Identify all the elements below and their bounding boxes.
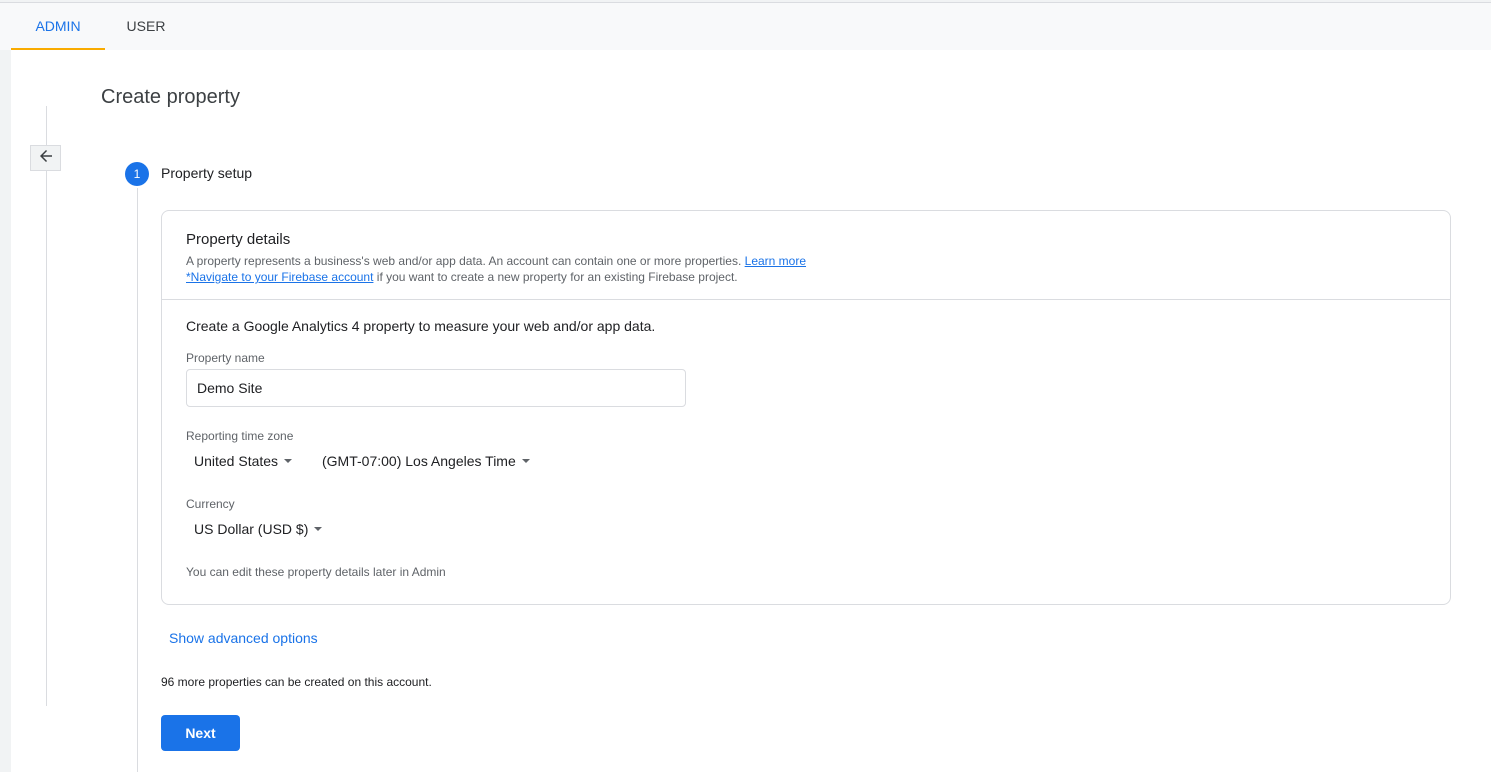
country-dropdown[interactable]: United States bbox=[194, 453, 293, 469]
firebase-text: if you want to create a new property for… bbox=[373, 270, 738, 284]
card-title: Property details bbox=[186, 231, 291, 248]
tab-user[interactable]: USER bbox=[110, 3, 182, 50]
stepper-line bbox=[137, 188, 138, 772]
caret-down-icon bbox=[314, 527, 323, 531]
currency-value: US Dollar (USD $) bbox=[194, 521, 309, 537]
timeline-rail bbox=[46, 106, 47, 706]
property-name-input[interactable] bbox=[186, 369, 686, 407]
intro-text: Create a Google Analytics 4 property to … bbox=[186, 318, 656, 334]
caret-down-icon bbox=[284, 459, 293, 463]
remaining-properties-text: 96 more properties can be created on thi… bbox=[161, 675, 432, 689]
description-text: A property represents a business's web a… bbox=[186, 254, 742, 268]
back-button[interactable] bbox=[30, 145, 61, 171]
step-label: Property setup bbox=[161, 165, 253, 181]
property-name-label: Property name bbox=[186, 351, 265, 365]
caret-down-icon bbox=[521, 459, 530, 463]
step-number-badge: 1 bbox=[125, 162, 149, 186]
tab-admin[interactable]: ADMIN bbox=[11, 3, 105, 50]
currency-dropdown[interactable]: US Dollar (USD $) bbox=[194, 521, 323, 537]
show-advanced-options-link[interactable]: Show advanced options bbox=[169, 630, 318, 646]
learn-more-link[interactable]: Learn more bbox=[745, 254, 806, 268]
edit-later-note: You can edit these property details late… bbox=[186, 565, 446, 579]
card-description: A property represents a business's web a… bbox=[186, 253, 806, 285]
timezone-label: Reporting time zone bbox=[186, 429, 294, 443]
page-title: Create property bbox=[101, 86, 240, 108]
firebase-link[interactable]: *Navigate to your Firebase account bbox=[186, 270, 373, 284]
next-button[interactable]: Next bbox=[161, 715, 240, 751]
property-details-card: Property details A property represents a… bbox=[161, 210, 1451, 605]
country-value: United States bbox=[194, 453, 279, 469]
card-header: Property details A property represents a… bbox=[162, 211, 1450, 300]
tab-bar: ADMIN USER bbox=[0, 3, 1491, 50]
arrow-left-icon bbox=[37, 147, 55, 170]
currency-label: Currency bbox=[186, 497, 235, 511]
timezone-value: (GMT-07:00) Los Angeles Time bbox=[322, 453, 516, 469]
timezone-dropdown[interactable]: (GMT-07:00) Los Angeles Time bbox=[322, 453, 530, 469]
